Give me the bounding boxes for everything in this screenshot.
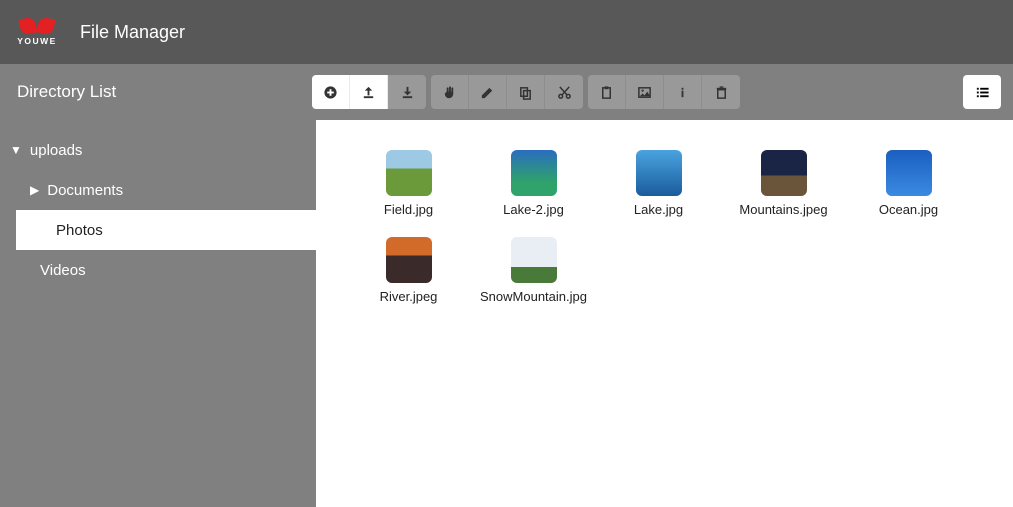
file-item[interactable]: River.jpeg [346,237,471,304]
file-thumbnail-icon [511,150,557,196]
hand-icon [442,85,457,100]
info-icon [675,85,690,100]
tree-item-label: uploads [30,142,83,159]
file-name: Ocean.jpg [879,202,938,217]
scissors-icon [557,85,572,100]
paste-button[interactable] [588,75,626,109]
toolbar-group-edit [431,75,583,109]
file-item[interactable]: Lake-2.jpg [471,150,596,217]
list-view-button[interactable] [963,75,1001,109]
copy-button[interactable] [507,75,545,109]
copy-icon [518,85,533,100]
app-title: File Manager [80,22,185,43]
toolbar [312,75,740,109]
file-name: Lake.jpg [634,202,683,217]
file-thumbnail-icon [886,150,932,196]
file-thumbnail-icon [761,150,807,196]
download-button[interactable] [388,75,426,109]
tree-item-label: Videos [40,262,86,279]
cut-button[interactable] [545,75,583,109]
toolbar-group-file [312,75,426,109]
file-name: Lake-2.jpg [503,202,564,217]
tree-item-label: Documents [47,182,123,199]
sidebar-item-videos[interactable]: Videos [0,250,316,290]
brand-name: YOUWE [17,36,57,46]
file-name: SnowMountain.jpg [480,289,587,304]
delete-button[interactable] [702,75,740,109]
file-thumbnail-icon [511,237,557,283]
file-name: Field.jpg [384,202,433,217]
edit-button[interactable] [469,75,507,109]
image-button[interactable] [626,75,664,109]
file-name: River.jpeg [380,289,438,304]
file-item[interactable]: Lake.jpg [596,150,721,217]
select-button[interactable] [431,75,469,109]
sidebar-item-photos[interactable]: Photos [16,210,316,250]
pencil-icon [480,85,495,100]
file-thumbnail-icon [386,150,432,196]
brand-mark-icon [20,18,54,34]
file-name: Mountains.jpeg [739,202,827,217]
sidebar: ▼ uploads ▶ Documents Photos Videos [0,120,316,507]
content-area: Field.jpg Lake-2.jpg Lake.jpg Mountains.jpe… [316,120,1013,507]
caret-right-icon: ▶ [30,183,39,197]
image-icon [637,85,652,100]
subheader: Directory List [0,64,1013,120]
file-item[interactable]: Field.jpg [346,150,471,217]
app-header: YOUWE File Manager [0,0,1013,64]
file-thumbnail-icon [386,237,432,283]
info-button[interactable] [664,75,702,109]
directory-tree: ▼ uploads ▶ Documents Photos Videos [0,130,316,290]
toolbar-group-action [588,75,740,109]
paste-icon [599,85,614,100]
directory-list-title: Directory List [12,82,312,102]
file-thumbnail-icon [636,150,682,196]
sidebar-item-documents[interactable]: ▶ Documents [0,170,316,210]
list-icon [975,85,990,100]
main: ▼ uploads ▶ Documents Photos Videos Field.jpg… [0,120,1013,507]
file-item[interactable]: Ocean.jpg [846,150,971,217]
file-grid: Field.jpg Lake-2.jpg Lake.jpg Mountains.jpe… [346,150,983,324]
download-icon [400,85,415,100]
caret-down-icon: ▼ [10,143,22,157]
file-item[interactable]: SnowMountain.jpg [471,237,596,304]
sidebar-item-uploads[interactable]: ▼ uploads [0,130,316,170]
create-button[interactable] [312,75,350,109]
file-item[interactable]: Mountains.jpeg [721,150,846,217]
trash-icon [714,85,729,100]
tree-item-label: Photos [56,222,103,239]
upload-icon [361,85,376,100]
brand-logo: YOUWE [12,9,62,55]
upload-button[interactable] [350,75,388,109]
plus-circle-icon [323,85,338,100]
